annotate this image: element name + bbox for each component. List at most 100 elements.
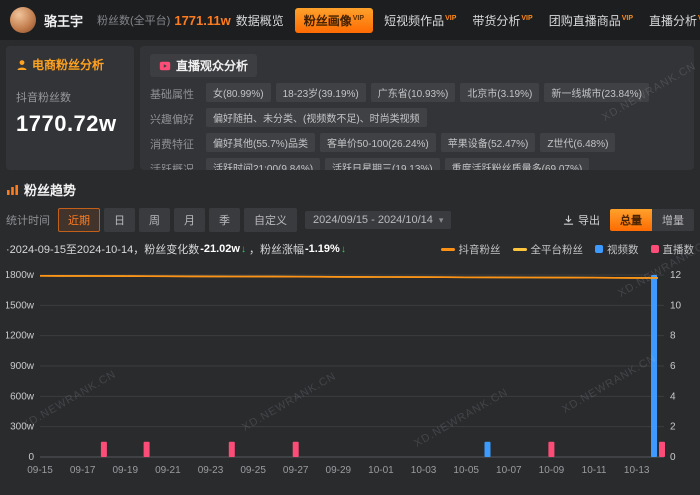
date-range-select[interactable]: 2024/09/15 - 2024/10/14 ▾ (305, 211, 451, 229)
svg-text:09-21: 09-21 (155, 465, 181, 476)
vip-badge: VIP (521, 15, 532, 22)
svg-text:12: 12 (670, 270, 682, 281)
period-button-group: 近期日周月季自定义 (58, 208, 297, 232)
mode-button[interactable]: 总量 (610, 209, 652, 231)
date-range-value: 2024/09/15 - 2024/10/14 (313, 214, 433, 226)
fans-total-label: 粉丝数(全平台) (97, 12, 170, 28)
nav-item[interactable]: 短视频作品VIP (379, 8, 461, 33)
legend-item[interactable]: 抖音粉丝 (441, 242, 501, 257)
nav-item[interactable]: 数据概览 (231, 8, 289, 33)
audience-tag: 广东省(10.93%) (371, 83, 456, 102)
trend-summary-row: ·2024-09-15至2024-10-14，粉丝变化数 -21.02w ↓ ，… (6, 241, 694, 257)
period-button[interactable]: 日 (104, 208, 135, 232)
ecommerce-fan-panel: 电商粉丝分析 抖音粉丝数 1770.72w (6, 46, 134, 170)
nav-item[interactable]: 直播分析VIP (644, 8, 700, 33)
live-icon (159, 60, 171, 72)
audience-tag: 活跃时间21:00(9.84%) (206, 158, 320, 170)
time-range-label: 统计时间 (6, 212, 50, 228)
download-icon (563, 215, 574, 226)
person-icon (16, 59, 28, 71)
summary-panels: 电商粉丝分析 抖音粉丝数 1770.72w 直播观众分析 基础属性女(80.99… (6, 46, 694, 170)
chart-area: 1800w121500w101200w8900w6600w4300w20009-… (6, 261, 694, 494)
export-button[interactable]: 导出 (563, 212, 600, 228)
svg-text:8: 8 (670, 331, 676, 342)
svg-text:10-09: 10-09 (539, 465, 565, 476)
audience-tag: Z世代(6.48%) (540, 133, 615, 152)
period-button[interactable]: 月 (174, 208, 205, 232)
audience-row-label: 基础属性 (150, 83, 206, 102)
legend-item[interactable]: 视频数 (595, 242, 639, 257)
avatar[interactable] (10, 7, 36, 33)
svg-text:600w: 600w (10, 391, 35, 402)
fan-trend-title: 粉丝趋势 (24, 180, 76, 199)
audience-tag: 18-23岁(39.19%) (276, 83, 366, 102)
fan-trend-section: 粉丝趋势 统计时间 近期日周月季自定义 2024/09/15 - 2024/10… (6, 180, 694, 494)
live-audience-panel: 直播观众分析 基础属性女(80.99%)18-23岁(39.19%)广东省(10… (140, 46, 694, 170)
audience-tag: 偏好其他(55.7%)品类 (206, 133, 315, 152)
svg-text:09-17: 09-17 (70, 465, 96, 476)
svg-text:6: 6 (670, 361, 676, 372)
audience-row: 基础属性女(80.99%)18-23岁(39.19%)广东省(10.93%)北京… (150, 83, 684, 102)
svg-text:1200w: 1200w (6, 331, 35, 342)
live-audience-header: 直播观众分析 (150, 54, 257, 77)
ecommerce-fan-panel-header: 电商粉丝分析 (16, 56, 124, 73)
mode-toggle-group: 总量增量 (610, 209, 694, 231)
svg-text:900w: 900w (10, 361, 35, 372)
ecommerce-fan-panel-title: 电商粉丝分析 (32, 56, 104, 73)
legend-marker-icon (595, 245, 603, 253)
audience-row-label: 消费特征 (150, 133, 206, 152)
summary-mid: ，粉丝涨幅 (249, 241, 304, 257)
svg-text:4: 4 (670, 391, 676, 402)
period-button[interactable]: 自定义 (244, 208, 297, 232)
svg-text:09-27: 09-27 (283, 465, 309, 476)
down-arrow-icon: ↓ (341, 244, 346, 255)
audience-row: 活跃概况活跃时间21:00(9.84%) 活跃日星期三(19.13%) 重度活跃粉丝… (150, 158, 684, 170)
audience-tag: 偏好随拍、未分类、(视频数不足)、时尚类视频 (206, 108, 427, 127)
svg-text:09-29: 09-29 (326, 465, 352, 476)
legend-item[interactable]: 全平台粉丝 (513, 242, 584, 257)
nav-item[interactable]: 团购直播商品VIP (544, 8, 638, 33)
trend-controls: 统计时间 近期日周月季自定义 2024/09/15 - 2024/10/14 ▾… (6, 208, 694, 232)
legend-marker-icon (513, 248, 527, 251)
top-nav: 数据概览粉丝画像VIP短视频作品VIP带货分析VIP 团购直播商品VIP直播分析V… (231, 8, 700, 33)
down-arrow-icon: ↓ (241, 244, 246, 255)
svg-text:1500w: 1500w (6, 300, 35, 311)
douyin-fans-value: 1770.72w (16, 111, 124, 137)
account-name: 骆王宇 (44, 11, 83, 30)
live-audience-title: 直播观众分析 (176, 57, 248, 74)
period-button[interactable]: 季 (209, 208, 240, 232)
legend-item[interactable]: 直播数 (651, 242, 695, 257)
svg-text:09-25: 09-25 (240, 465, 266, 476)
topbar: 骆王宇 粉丝数(全平台) 1771.11w 数据概览粉丝画像VIP短视频作品VI… (0, 0, 700, 40)
fan-trend-chart: 1800w121500w101200w8900w6600w4300w20009-… (6, 261, 694, 489)
audience-row-label: 兴趣偏好 (150, 108, 206, 127)
vip-badge: VIP (622, 15, 633, 22)
svg-text:0: 0 (670, 452, 676, 463)
audience-rows: 基础属性女(80.99%)18-23岁(39.19%)广东省(10.93%)北京… (150, 83, 684, 170)
period-button[interactable]: 周 (139, 208, 170, 232)
fans-change-value: -21.02w (200, 243, 240, 255)
mode-button[interactable]: 增量 (652, 209, 694, 231)
audience-tag: 活跃日星期三(19.13%) (325, 158, 440, 170)
chevron-down-icon: ▾ (439, 215, 444, 226)
export-label: 导出 (578, 212, 600, 228)
legend-label: 全平台粉丝 (531, 242, 584, 257)
vip-badge: VIP (445, 15, 456, 22)
legend-marker-icon (441, 248, 455, 251)
audience-row-label: 活跃概况 (150, 158, 206, 170)
audience-tag: 重度活跃粉丝质量多(69.07%) (445, 158, 590, 170)
audience-tag: 新一线城市(23.84%) (544, 83, 649, 102)
svg-text:2: 2 (670, 422, 676, 433)
nav-item[interactable]: 带货分析VIP (467, 8, 537, 33)
chart-legend: 抖音粉丝 全平台粉丝视频数直播数 (441, 242, 695, 257)
svg-text:10-07: 10-07 (496, 465, 522, 476)
fans-total-value: 1771.11w (174, 13, 230, 28)
nav-item[interactable]: 粉丝画像VIP (295, 8, 373, 33)
douyin-fans-label: 抖音粉丝数 (16, 89, 124, 105)
svg-text:0: 0 (28, 452, 34, 463)
audience-tag: 北京市(3.19%) (460, 83, 539, 102)
svg-text:10-13: 10-13 (624, 465, 650, 476)
legend-label: 抖音粉丝 (459, 242, 501, 257)
svg-text:300w: 300w (10, 422, 35, 433)
period-button[interactable]: 近期 (58, 208, 100, 232)
